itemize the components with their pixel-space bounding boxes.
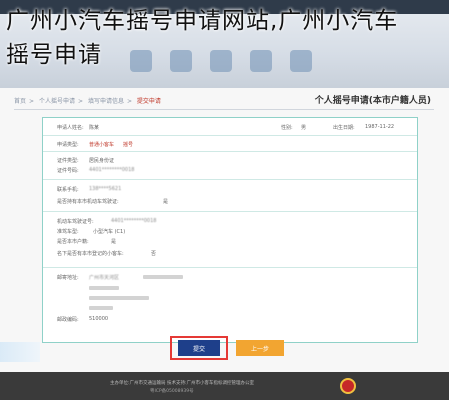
breadcrumb: 首页 > 个人摇号申请 > 填写申请信息 > 提交申请 xyxy=(14,98,161,105)
breadcrumb-item-home[interactable]: 首页 xyxy=(14,98,26,105)
owns-car-label: 名下是否有本市登记的小客车: xyxy=(57,251,124,257)
id-type-label: 证件类型: xyxy=(57,158,79,164)
gender-value: 男 xyxy=(301,125,307,131)
breadcrumb-item-fill[interactable]: 填写申请信息 xyxy=(88,98,124,105)
postcode-value: 510000 xyxy=(89,316,109,322)
local-hukou-label: 是否本市户籍: xyxy=(57,239,89,245)
local-hukou-value: 是 xyxy=(111,239,117,245)
breadcrumb-item-current: 提交申请 xyxy=(136,98,161,105)
vehicle-class-value: 小型汽车 (C1) xyxy=(93,229,126,235)
overlay-title-line2: 摇号申请 xyxy=(6,42,102,68)
back-button[interactable]: 上一步 xyxy=(236,340,284,356)
title-divider xyxy=(14,109,434,110)
mail-address-label: 邮寄地址: xyxy=(57,275,79,281)
overlay-title: 广州小汽车摇号申请网站,广州小汽车 摇号申请 xyxy=(6,4,446,72)
redacted-block xyxy=(89,296,149,300)
phone-value: 138****5621 xyxy=(89,186,122,192)
application-form: 申请人姓名: 陈某 性别: 男 出生日期: 1987-11-22 申请类型: 普… xyxy=(42,117,418,343)
id-number-value: 4401********0018 xyxy=(89,167,135,173)
gender-label: 性别: xyxy=(281,125,293,131)
application-type-highlight: 摇号 xyxy=(123,142,134,148)
form-row-contact: 联系手机: 138****5621 是否持有本市机动车驾驶证: 是 xyxy=(43,180,417,212)
postcode-label: 邮政编码: xyxy=(57,317,79,323)
license-holder-value: 是 xyxy=(163,199,169,205)
redacted-block xyxy=(143,275,183,279)
overlay-title-line1: 广州小汽车摇号申请网站,广州小汽车 xyxy=(6,8,399,34)
vehicle-class-label: 准驾车型: xyxy=(57,229,79,235)
redacted-block xyxy=(89,306,113,310)
applicant-name-value: 陈某 xyxy=(89,125,100,131)
applicant-name-label: 申请人姓名: xyxy=(57,125,84,131)
decorative-blur xyxy=(0,342,40,362)
submit-button[interactable]: 提交 xyxy=(178,340,220,356)
breadcrumb-item-apply[interactable]: 个人摇号申请 xyxy=(39,98,75,105)
phone-label: 联系手机: xyxy=(57,187,79,193)
mail-address-value: 广州市天河区 xyxy=(89,275,120,281)
form-row-address: 邮寄地址: 广州市天河区 邮政编码: 510000 xyxy=(43,268,417,328)
license-holder-label: 是否持有本市机动车驾驶证: xyxy=(57,199,119,205)
id-number-label: 证件号码: xyxy=(57,168,79,174)
form-row-license: 机动车驾驶证号: 4401********0018 准驾车型: 小型汽车 (C1… xyxy=(43,212,417,268)
application-type-value: 普通小客车 xyxy=(89,142,115,148)
id-type-value: 居民身份证 xyxy=(89,158,115,164)
footer-organizer: 主办单位:广州市交通运输局 技术支持:广州市小客车指标调控管理办公室 xyxy=(110,381,254,386)
police-badge-icon[interactable] xyxy=(340,378,356,394)
license-number-value: 4401********0018 xyxy=(111,218,157,224)
owns-car-value: 否 xyxy=(151,251,157,257)
application-type-label: 申请类型: xyxy=(57,142,79,148)
redacted-block xyxy=(89,286,119,290)
form-row-type: 申请类型: 普通小客车 摇号 xyxy=(43,136,417,152)
birthdate-label: 出生日期: xyxy=(333,125,355,131)
birthdate-value: 1987-11-22 xyxy=(365,124,395,130)
footer xyxy=(0,372,449,400)
license-number-label: 机动车驾驶证号: xyxy=(57,219,94,225)
form-title: 个人摇号申请(本市户籍人员) xyxy=(314,96,431,106)
form-row-applicant: 申请人姓名: 陈某 性别: 男 出生日期: 1987-11-22 xyxy=(43,118,417,136)
footer-icp[interactable]: 粤ICP备05008939号 xyxy=(150,388,194,394)
form-row-id: 证件类型: 居民身份证 证件号码: 4401********0018 xyxy=(43,152,417,180)
